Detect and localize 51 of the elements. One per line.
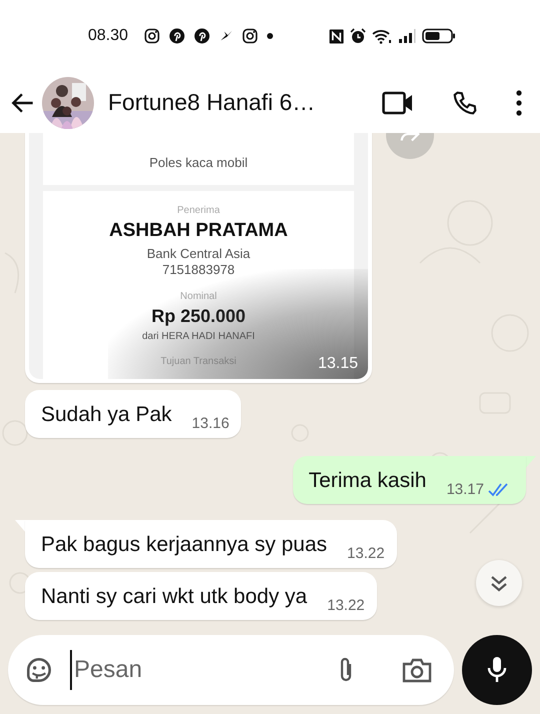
message-time: 13.22 [347,545,385,562]
amount: Rp 250.000 [151,306,246,327]
sticker-face-icon [24,655,54,685]
message-bubble[interactable]: Nanti sy cari wkt utk body ya 13.22 [25,572,377,620]
message-bubble[interactable]: Sudah ya Pak 13.16 [25,390,242,438]
pin-app-icon [169,28,186,44]
message-bubble[interactable]: Terima kasih 13.17 [292,456,526,504]
camera-app-icon [242,28,258,44]
message-field[interactable]: Pesan [8,635,454,705]
scroll-down-button[interactable] [476,560,522,606]
battery-icon [422,28,456,44]
message-bubble[interactable]: Pak bagus kerjaannya sy puas 13.22 [25,520,397,568]
voice-call-button[interactable] [452,90,478,116]
camera-icon [402,657,432,683]
camera-app-icon [144,28,160,44]
video-call-button[interactable] [382,90,414,114]
sender-line: dari HERA HADI HANAFI [142,331,255,342]
video-camera-icon [382,90,414,114]
message-time: 13.15 [318,355,358,373]
message-text: Terima kasih [308,468,426,494]
receipt-label: Nominal [180,291,217,302]
alarm-icon [350,28,366,44]
nfc-icon [329,28,344,44]
status-time: 08.30 [88,27,128,45]
receipt-note: Poles kaca mobil [149,155,248,170]
message-text: Pak bagus kerjaannya sy puas [41,532,328,558]
bird-icon [219,29,234,43]
message-time: 13.16 [192,415,230,432]
sticker-button[interactable] [24,655,54,685]
menu-button[interactable] [516,90,522,116]
message-time: 13.17 [446,481,484,498]
double-chevron-down-icon [489,573,509,593]
account-number: 7151883978 [162,262,235,277]
wifi-icon [372,28,392,44]
recipient-name: ASHBAH PRATAMA [109,220,288,242]
pin-app-icon [194,28,210,44]
signal-icon [398,28,416,44]
more-options-icon [516,90,522,116]
receipt-label: Penerima [177,205,220,216]
attach-button[interactable] [338,656,354,684]
microphone-icon [485,655,509,685]
phone-icon [452,90,478,116]
chat-title[interactable]: Fortune8 Hanafi 6… [108,89,382,116]
message-time: 13.22 [327,597,365,614]
dot-icon [267,33,274,39]
message-text: Sudah ya Pak [41,402,172,428]
message-input[interactable]: Pesan [70,650,322,690]
paperclip-icon [338,656,354,684]
bank-name: Bank Central Asia [146,246,250,261]
message-text: Nanti sy cari wkt utk body ya [41,584,308,610]
camera-button[interactable] [402,657,432,683]
